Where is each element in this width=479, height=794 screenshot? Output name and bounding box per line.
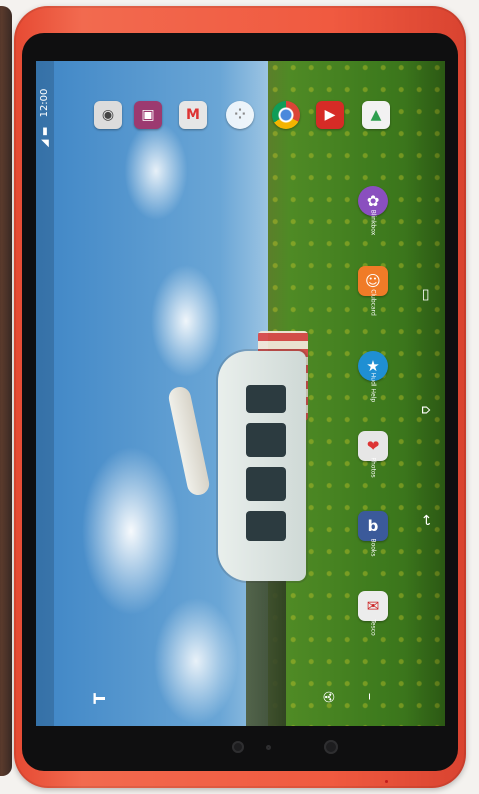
wallpaper-camper-van <box>218 351 306 581</box>
app-books[interactable]: b Books <box>356 511 390 557</box>
wifi-icon: ◥ <box>41 138 49 149</box>
app-label: Clubcard <box>369 289 377 316</box>
navigation-bar: ▭ ⌂ ↩ <box>405 61 445 726</box>
status-bar: 12:00 ▮ ◥ <box>36 61 54 726</box>
recents-icon[interactable]: ▭ <box>417 286 435 304</box>
tesco-logo-icon: T <box>89 693 109 704</box>
play-store-app-icon[interactable]: ▲ <box>362 101 390 129</box>
back-icon[interactable]: ↩ <box>417 511 435 529</box>
app-label: Tesco <box>369 619 377 636</box>
gmail-app-icon[interactable]: M <box>179 101 207 129</box>
indicator-light <box>385 780 388 783</box>
app-tesco[interactable]: ✉ Tesco <box>356 591 390 636</box>
youtube-app-icon[interactable]: ▶ <box>316 101 344 129</box>
app-label: Photos <box>369 457 377 478</box>
home-icon[interactable]: ⌂ <box>417 401 435 419</box>
app-label: Blinkbox <box>369 209 377 236</box>
status-time: 12:00 <box>39 88 50 118</box>
app-label: Hudl Help <box>369 372 377 403</box>
app-hudl-help[interactable]: ★ Hudl Help <box>356 351 390 402</box>
app-photos[interactable]: ❤ Photos <box>356 431 390 478</box>
gallery-app-icon[interactable]: ▣ <box>134 101 162 129</box>
chrome-app-icon[interactable] <box>272 101 300 129</box>
camera-app-icon[interactable]: ◉ <box>94 101 122 129</box>
home-screen: 12:00 ▮ ◥ ◉ ▣ M ⁘ ▶ ▲ ✿ Blinkbox ☺ Clubc… <box>36 61 445 726</box>
speaker-dot <box>324 740 338 754</box>
app-drawer-icon[interactable]: ⁘ <box>226 101 254 129</box>
adjacent-device-edge <box>0 6 12 776</box>
light-sensor <box>266 745 271 750</box>
battery-icon: ▮ <box>42 126 48 137</box>
mic-icon[interactable]: ⎯ <box>362 693 377 699</box>
app-label: Books <box>369 538 377 557</box>
front-camera <box>232 741 244 753</box>
voice-search-icon[interactable]: ✇ <box>322 691 338 703</box>
status-icons: ▮ ◥ <box>39 126 51 150</box>
app-clubcard[interactable]: ☺ Clubcard <box>356 266 390 316</box>
tablet-shell: 12:00 ▮ ◥ ◉ ▣ M ⁘ ▶ ▲ ✿ Blinkbox ☺ Clubc… <box>14 6 466 788</box>
app-blinkbox[interactable]: ✿ Blinkbox <box>356 186 390 235</box>
